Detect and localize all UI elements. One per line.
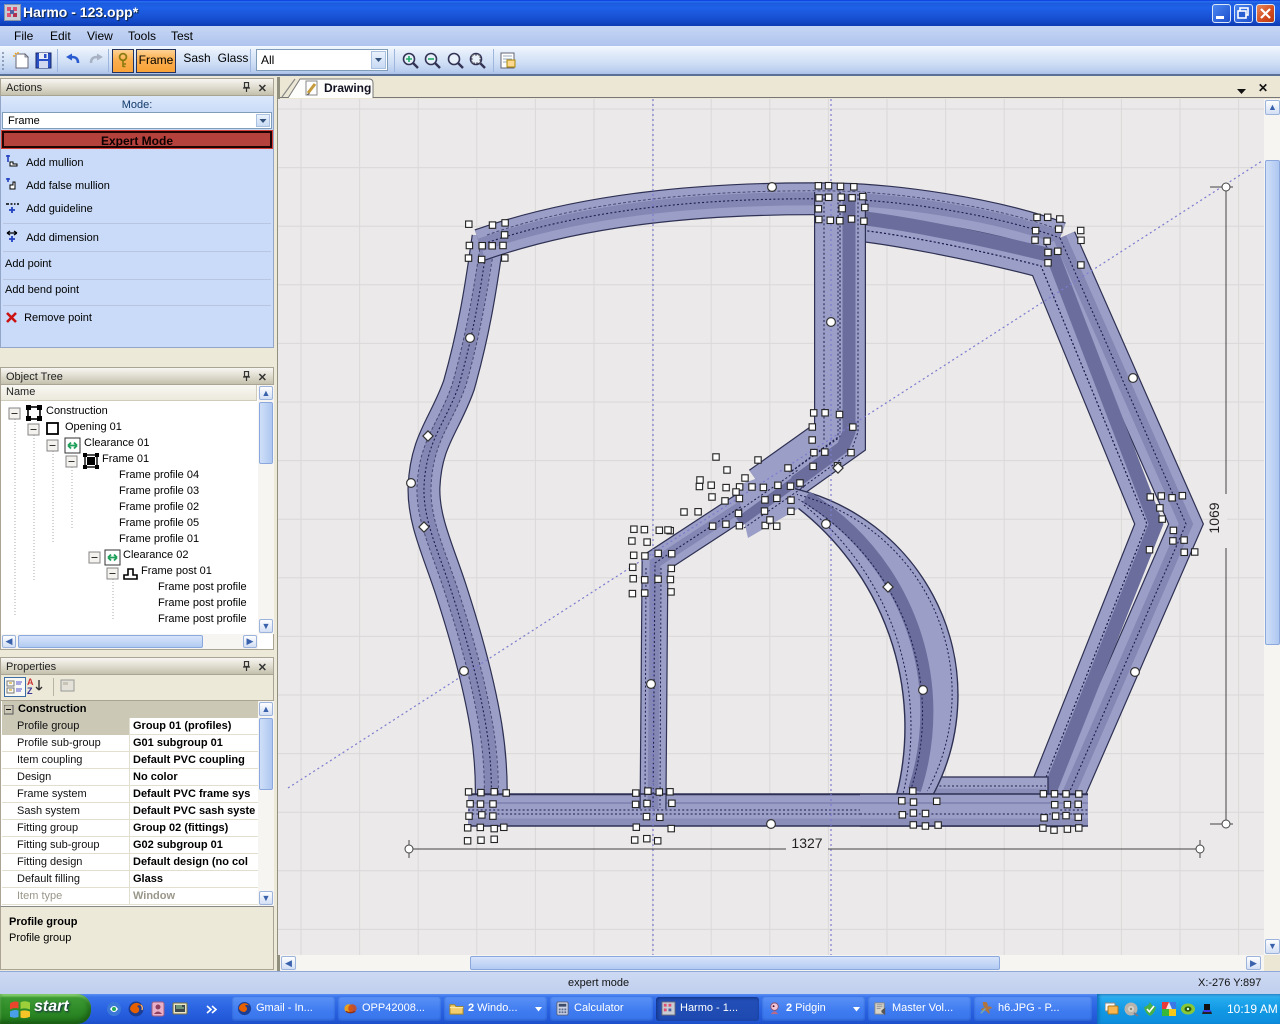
svg-text:Z: Z bbox=[27, 686, 33, 695]
svg-text:1327: 1327 bbox=[791, 835, 822, 851]
svg-text:1069: 1069 bbox=[1206, 502, 1222, 533]
